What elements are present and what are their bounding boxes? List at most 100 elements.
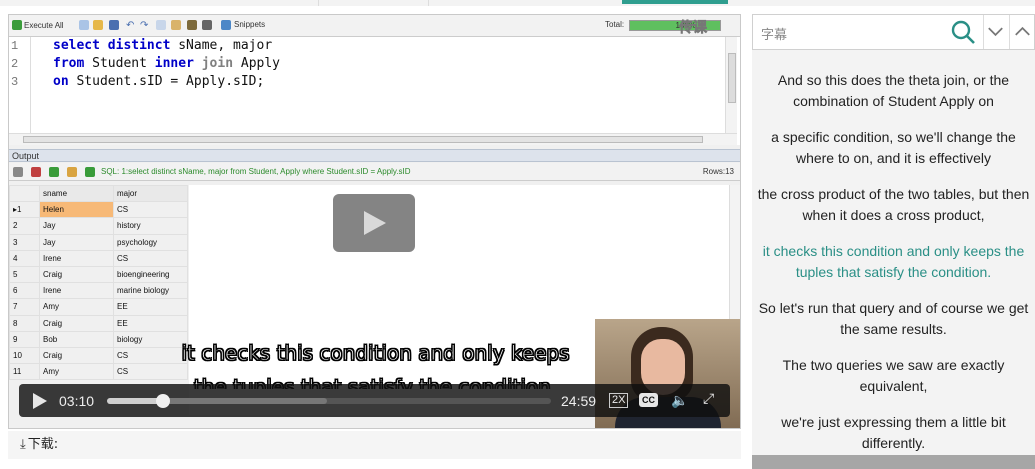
download-icon[interactable]: ⤓	[20, 431, 26, 459]
major-cell[interactable]: bioengineering	[113, 265, 188, 284]
keyword-inner: inner	[154, 56, 194, 71]
editor-vertical-scrollbar[interactable]	[725, 37, 737, 133]
fullscreen-icon[interactable]: ⤢	[703, 390, 714, 407]
code-line: from Student inner join Apply	[53, 55, 280, 73]
query-builder-icon[interactable]	[202, 20, 212, 30]
snippets-label: Snippets	[234, 20, 266, 29]
sname-cell[interactable]: Helen	[39, 201, 114, 219]
table-row[interactable]: 7 Amy EE	[9, 298, 188, 316]
transcript-line[interactable]: we're just expressing them a little bit …	[752, 412, 1035, 454]
transcript-line-active[interactable]: it checks this condition and only keeps …	[752, 241, 1035, 283]
speed-button[interactable]: 2X	[609, 393, 629, 408]
save-icon[interactable]	[109, 20, 119, 30]
table-row[interactable]: 6 Irene marine biology	[9, 282, 188, 300]
paste-icon[interactable]	[171, 20, 181, 30]
row-number-cell[interactable]: 6	[9, 282, 40, 300]
execution-progress-bar: 100%	[629, 20, 721, 31]
transcript-scroll-indicator[interactable]	[752, 455, 1035, 469]
table-row[interactable]: 5 Craig bioengineering	[9, 265, 188, 284]
video-player[interactable]: Execute All ↶ ↷ Snippets Total: 100% 传课 …	[8, 14, 741, 429]
download-row[interactable]: ⤓ 下载:	[8, 431, 741, 459]
chart-icon[interactable]	[67, 167, 77, 177]
row-number-cell[interactable]: 3	[9, 233, 40, 251]
major-cell[interactable]: history	[113, 217, 188, 235]
code-text: Student	[84, 56, 155, 71]
redo-icon[interactable]: ↷	[140, 20, 148, 31]
row-number-cell[interactable]: 5	[9, 265, 40, 284]
execute-icon	[12, 20, 22, 30]
format-icon[interactable]	[187, 20, 197, 30]
play-button[interactable]	[33, 393, 47, 409]
snippets-button[interactable]: Snippets	[234, 20, 265, 29]
top-tab-strip	[0, 0, 1035, 6]
search-icon[interactable]	[951, 20, 975, 44]
scrollbar-thumb[interactable]	[23, 136, 703, 143]
copy-icon[interactable]	[156, 20, 166, 30]
filter-icon[interactable]	[85, 167, 95, 177]
table-row[interactable]: 3 Jay psychology	[9, 233, 188, 251]
grid-icon[interactable]	[13, 167, 23, 177]
sname-cell[interactable]: Jay	[39, 233, 114, 251]
subtitle-line-1: it checks this condition and only keeps	[181, 341, 570, 366]
code-area[interactable]: select distinct sName, major from Studen…	[53, 37, 280, 91]
editor-horizontal-scrollbar[interactable]	[9, 133, 737, 145]
row-number-cell[interactable]: 2	[9, 217, 40, 235]
chevron-down-icon[interactable]	[983, 15, 1007, 49]
transcript-line[interactable]: a specific condition, so we'll change th…	[752, 127, 1035, 169]
sname-cell[interactable]: Irene	[39, 282, 114, 300]
current-time: 03:10	[59, 393, 95, 409]
open-folder-icon[interactable]	[93, 20, 103, 30]
keyword-from: from	[53, 56, 85, 71]
sname-cell[interactable]: Craig	[39, 265, 114, 284]
sname-cell[interactable]: Amy	[39, 298, 114, 316]
code-line: select distinct sName, major	[53, 37, 280, 55]
row-number-cell[interactable]: 7	[9, 298, 40, 316]
keyword-join: join	[201, 56, 234, 71]
major-cell[interactable]: CS	[113, 249, 188, 267]
seek-handle[interactable]	[156, 394, 171, 408]
transcript-line[interactable]: The two queries we saw are exactly equiv…	[752, 355, 1035, 397]
seek-bar[interactable]	[107, 394, 551, 408]
major-cell[interactable]: CS	[113, 201, 188, 219]
keyword-select-distinct: select distinct	[53, 38, 171, 53]
code-text: Apply	[233, 56, 281, 71]
table-row[interactable]: 4 Irene CS	[9, 249, 188, 267]
text-icon[interactable]	[31, 167, 41, 177]
column-header-sname[interactable]: sname	[39, 184, 114, 203]
execute-all-button[interactable]: Execute All	[12, 20, 64, 30]
book-icon[interactable]	[221, 20, 231, 30]
played-range	[107, 398, 164, 404]
export-icon[interactable]	[49, 167, 59, 177]
row-number-header	[9, 184, 40, 203]
search-input[interactable]: 字幕	[761, 24, 787, 43]
scrollbar-thumb[interactable]	[728, 53, 736, 103]
column-header-major[interactable]: major	[113, 184, 188, 203]
table-row[interactable]: ▸1 Helen CS	[9, 201, 188, 219]
row-number-cell[interactable]: 4	[9, 249, 40, 267]
major-cell[interactable]: marine biology	[113, 282, 188, 300]
active-tab-indicator[interactable]	[622, 0, 728, 4]
captions-button[interactable]: CC	[639, 393, 658, 407]
row-number-cell[interactable]: 8	[9, 314, 40, 332]
play-overlay-button[interactable]	[333, 194, 415, 252]
major-cell[interactable]: psychology	[113, 233, 188, 251]
chevron-up-icon[interactable]	[1009, 15, 1035, 49]
new-file-icon[interactable]	[79, 20, 89, 30]
sql-editor[interactable]: 1 2 3 select distinct sName, major from St…	[9, 37, 740, 145]
transcript-line[interactable]: And so this does the theta join, or the …	[752, 70, 1035, 112]
transcript-line[interactable]: the cross product of the two tables, but…	[752, 184, 1035, 226]
code-line: on Student.sID = Apply.sID;	[53, 73, 280, 91]
volume-icon[interactable]: 🔈	[671, 392, 688, 409]
transcript-line[interactable]: So let's run that query and of course we…	[752, 298, 1035, 340]
sname-cell[interactable]: Jay	[39, 217, 114, 235]
sname-cell[interactable]: Craig	[39, 314, 114, 332]
undo-icon[interactable]: ↶	[126, 20, 134, 31]
code-text: sName, major	[170, 38, 273, 53]
sname-cell[interactable]: Irene	[39, 249, 114, 267]
major-cell[interactable]: EE	[113, 298, 188, 316]
table-row[interactable]: 8 Craig EE	[9, 314, 188, 332]
table-row[interactable]: 2 Jay history	[9, 217, 188, 235]
major-cell[interactable]: EE	[113, 314, 188, 332]
row-number-cell[interactable]: ▸1	[9, 201, 40, 219]
page-root: Execute All ↶ ↷ Snippets Total: 100% 传课 …	[0, 0, 1035, 469]
